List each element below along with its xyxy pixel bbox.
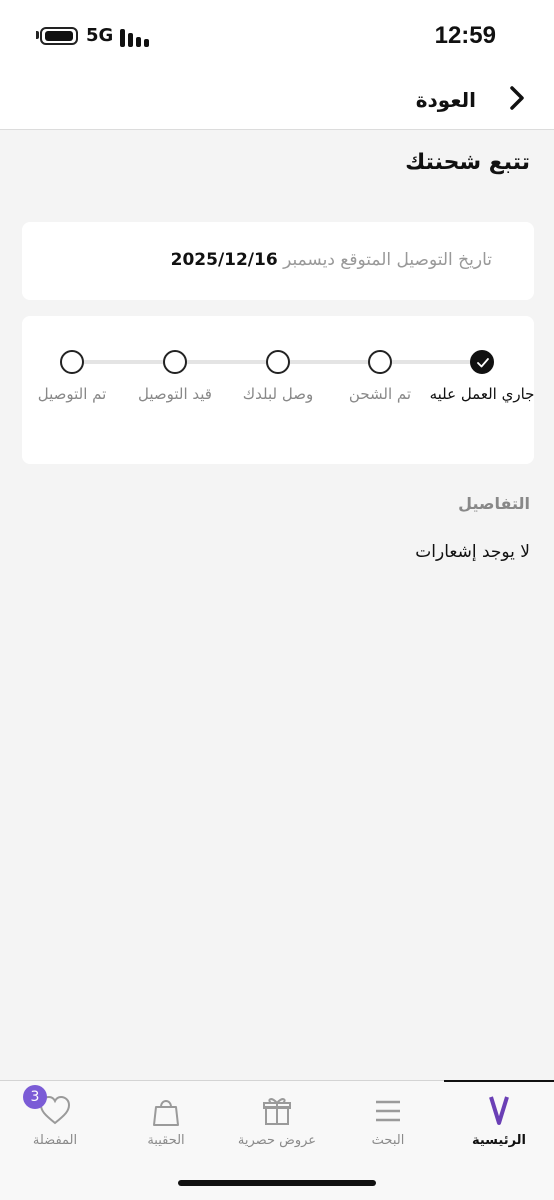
circle-icon (266, 350, 290, 374)
bag-icon (148, 1093, 184, 1129)
delivery-date-card: تاريخ التوصيل المتوقع ديسمبر 2025/12/16 (22, 222, 534, 300)
heart-icon: 3 (23, 1085, 73, 1129)
page-title: تتبع شحنتك (405, 150, 530, 175)
empty-notifications-message: لا يوجد إشعارات (415, 542, 530, 562)
tab-label: الحقيبة (147, 1133, 185, 1148)
gift-icon (259, 1093, 295, 1129)
tab-label: المفضلة (32, 1133, 78, 1148)
battery-icon (40, 27, 78, 45)
menu-icon (370, 1093, 406, 1129)
tab-favorites[interactable]: 3 المفضلة (0, 1085, 110, 1148)
home-indicator (178, 1180, 376, 1186)
back-arrow-icon[interactable] (502, 82, 530, 114)
network-label: 5G (86, 25, 114, 46)
status-bar: 5G 12:59 (0, 0, 554, 70)
tab-label: البحث (371, 1133, 405, 1148)
tracking-card: جاري العمل عليه تم الشحن وصل لبلدك قيد ا… (22, 316, 534, 464)
battery-tip (36, 31, 39, 39)
circle-icon (368, 350, 392, 374)
clock: 12:59 (434, 22, 496, 49)
tab-offers[interactable]: عروض حصرية (222, 1093, 332, 1148)
tab-home[interactable]: الرئيسية (444, 1093, 554, 1148)
tab-label: عروض حصرية (237, 1133, 317, 1148)
brand-logo-icon (481, 1093, 517, 1129)
delivery-date-label: تاريخ التوصيل المتوقع ديسمبر (283, 250, 492, 270)
circle-icon (60, 350, 84, 374)
tab-bag[interactable]: الحقيبة (111, 1093, 221, 1148)
delivery-date-line: تاريخ التوصيل المتوقع ديسمبر 2025/12/16 (171, 250, 492, 270)
favorites-count-badge: 3 (23, 1085, 47, 1109)
tab-label: الرئيسية (471, 1133, 527, 1148)
back-button[interactable]: العودة (416, 88, 476, 112)
details-heading: التفاصيل (458, 494, 530, 513)
check-icon (470, 350, 494, 374)
tracking-step-delivered: تم التوصيل (2, 350, 142, 405)
circle-icon (163, 350, 187, 374)
tracking-step-label: تم التوصيل (37, 385, 107, 403)
tab-search[interactable]: البحث (333, 1093, 443, 1148)
top-nav: العودة (0, 70, 554, 130)
signal-icon (120, 27, 154, 47)
active-tab-indicator (444, 1080, 554, 1082)
delivery-date-value: 2025/12/16 (170, 250, 278, 270)
